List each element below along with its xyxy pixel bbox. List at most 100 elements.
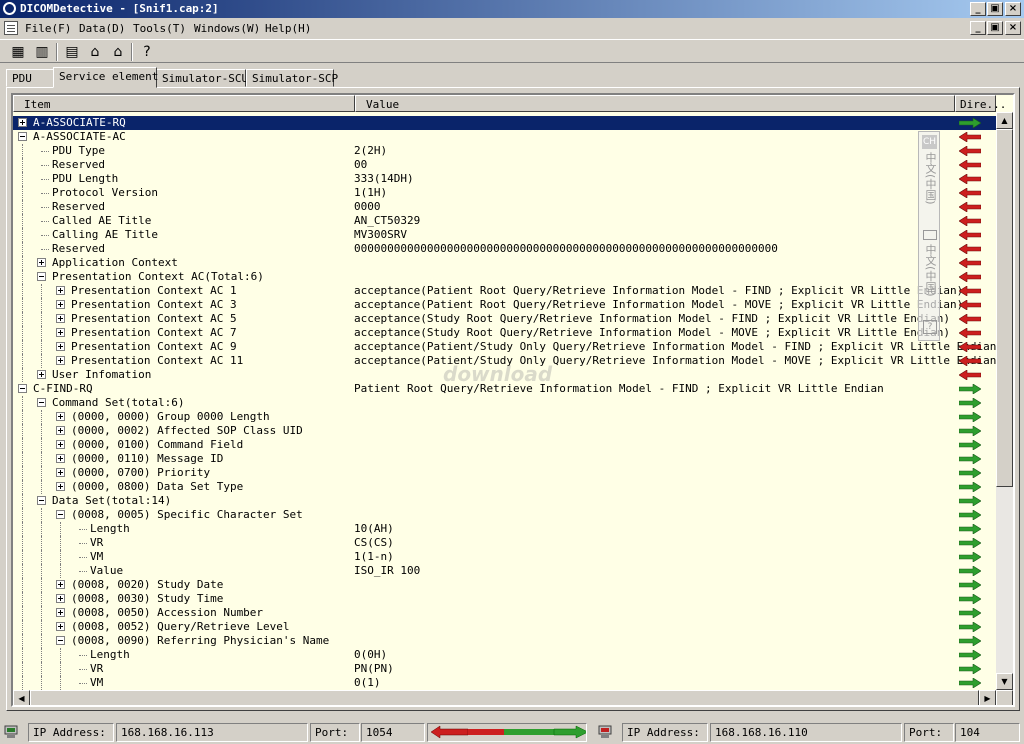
expand-icon[interactable]: [56, 426, 65, 435]
scroll-up-button[interactable]: ▲: [996, 112, 1013, 129]
tree-row[interactable]: Reserved 00: [13, 158, 996, 172]
menu-help[interactable]: Help(H): [265, 22, 311, 35]
tree-row[interactable]: VR PN(PN): [13, 662, 996, 676]
vertical-scroll-thumb[interactable]: [996, 129, 1013, 487]
tree-row[interactable]: Presentation Context AC 1 acceptance(Pati…: [13, 284, 996, 298]
tree-row[interactable]: (0008, 0050) Accession Number: [13, 606, 996, 620]
tab-simulator-scp[interactable]: Simulator-SCP: [246, 69, 338, 87]
expand-icon[interactable]: [56, 314, 65, 323]
scroll-left-button[interactable]: ◀: [13, 690, 30, 705]
tab-pdu[interactable]: PDU: [6, 69, 54, 87]
tree-row[interactable]: Length 10(AH): [13, 522, 996, 536]
tree-row[interactable]: VM 1(1-n): [13, 550, 996, 564]
tree-row[interactable]: Presentation Context AC 9 acceptance(Pati…: [13, 340, 1003, 354]
document-window-icon[interactable]: [4, 21, 18, 35]
tree-row[interactable]: Presentation Context AC 7 acceptance(Stud…: [13, 326, 996, 340]
restore-button[interactable]: ▣: [987, 2, 1003, 16]
tree-row[interactable]: (0000, 0000) Group 0000 Length: [13, 410, 996, 424]
column-header-value[interactable]: Value: [355, 95, 955, 112]
expand-icon[interactable]: [56, 412, 65, 421]
expand-icon[interactable]: [56, 580, 65, 589]
tree-row[interactable]: (0000, 0700) Priority: [13, 466, 996, 480]
keyboard-icon[interactable]: [923, 230, 937, 240]
expand-icon[interactable]: [56, 622, 65, 631]
tree-row[interactable]: Command Set(total:6): [13, 396, 996, 410]
close-button[interactable]: ×: [1005, 2, 1021, 16]
tree-row[interactable]: Reserved 00000000000000000000000000000000…: [13, 242, 996, 256]
tree-row[interactable]: Presentation Context AC 3 acceptance(Pati…: [13, 298, 996, 312]
expand-icon[interactable]: [37, 370, 46, 379]
expand-icon[interactable]: [56, 454, 65, 463]
tree-list-view[interactable]: Item Value Dire... A-ASSOCIATE-RQ A-ASSOC…: [11, 93, 1015, 707]
tree-row[interactable]: (0000, 0800) Data Set Type: [13, 480, 996, 494]
collapse-icon[interactable]: [37, 398, 46, 407]
expand-icon[interactable]: [56, 356, 65, 365]
collapse-icon[interactable]: [56, 636, 65, 645]
network-icon[interactable]: ▦: [8, 42, 28, 62]
tree-row[interactable]: VR CS(CS): [13, 536, 996, 550]
tree-row[interactable]: Length 0(0H): [13, 648, 996, 662]
tree-row[interactable]: PDU Type 2(2H): [13, 144, 996, 158]
expand-icon[interactable]: [56, 468, 65, 477]
tree-row[interactable]: A-ASSOCIATE-RQ: [13, 116, 996, 130]
mdi-minimize-button[interactable]: _: [970, 21, 986, 35]
tree-row[interactable]: Data Set(total:14): [13, 494, 996, 508]
tree-row[interactable]: (0000, 0002) Affected SOP Class UID: [13, 424, 996, 438]
ime-language-bar[interactable]: CH 中文(中国) 中文(中国) ?: [918, 131, 940, 341]
ime-badge[interactable]: CH: [922, 135, 937, 149]
expand-icon[interactable]: [56, 482, 65, 491]
expand-icon[interactable]: [56, 608, 65, 617]
tree-row[interactable]: Reserved 0000: [13, 200, 996, 214]
tree-row[interactable]: (0008, 0052) Query/Retrieve Level: [13, 620, 996, 634]
tree-row[interactable]: Protocol Version 1(1H): [13, 186, 996, 200]
hat-icon[interactable]: ⌂: [85, 42, 105, 62]
tree-row[interactable]: VM 0(1): [13, 676, 996, 690]
column-header-item[interactable]: Item: [13, 95, 355, 112]
minimize-button[interactable]: _: [970, 2, 986, 16]
tree-row[interactable]: (0000, 0100) Command Field: [13, 438, 996, 452]
menu-windows[interactable]: Windows(W): [194, 22, 260, 35]
menu-tools[interactable]: Tools(T): [133, 22, 186, 35]
tree-row[interactable]: Called AE Title AN_CT50329: [13, 214, 996, 228]
collapse-icon[interactable]: [56, 510, 65, 519]
column-header-direction[interactable]: Dire...: [955, 95, 1006, 112]
scroll-down-button[interactable]: ▼: [996, 673, 1013, 690]
tree-row[interactable]: (0008, 0020) Study Date: [13, 578, 996, 592]
collapse-icon[interactable]: [18, 132, 27, 141]
tree-row[interactable]: A-ASSOCIATE-AC: [13, 130, 996, 144]
document-icon[interactable]: ▤: [62, 42, 82, 62]
horizontal-scrollbar[interactable]: ◀ ▶: [13, 690, 996, 705]
collapse-icon[interactable]: [37, 272, 46, 281]
horizontal-scroll-thumb[interactable]: [30, 690, 979, 705]
collapse-icon[interactable]: [18, 384, 27, 393]
tab-service-element[interactable]: Service element: [53, 67, 158, 88]
menu-file[interactable]: File(F): [25, 22, 71, 35]
expand-icon[interactable]: [56, 440, 65, 449]
vertical-scrollbar[interactable]: ▲ ▼: [996, 112, 1013, 690]
tab-simulator-scu[interactable]: Simulator-SCU: [156, 69, 248, 87]
tree-row[interactable]: Application Context: [13, 256, 996, 270]
expand-icon[interactable]: [37, 258, 46, 267]
tree-row[interactable]: PDU Length 333(14DH): [13, 172, 996, 186]
tree-row[interactable]: Presentation Context AC(Total:6): [13, 270, 996, 284]
tree-row[interactable]: Calling AE Title MV300SRV: [13, 228, 996, 242]
app-icon[interactable]: [3, 2, 16, 15]
tree-row[interactable]: (0008, 0005) Specific Character Set: [13, 508, 996, 522]
menu-data[interactable]: Data(D): [79, 22, 125, 35]
help-icon[interactable]: ?: [137, 42, 157, 62]
expand-icon[interactable]: [56, 342, 65, 351]
collapse-icon[interactable]: [37, 496, 46, 505]
mdi-close-button[interactable]: ×: [1005, 21, 1021, 35]
capture-icon[interactable]: ▥: [32, 42, 52, 62]
tree-row[interactable]: (0000, 0110) Message ID: [13, 452, 996, 466]
expand-icon[interactable]: [18, 118, 27, 127]
tree-row[interactable]: (0008, 0030) Study Time: [13, 592, 996, 606]
tree-row[interactable]: Value ISO_IR 100: [13, 564, 996, 578]
hat2-icon[interactable]: ⌂: [108, 42, 128, 62]
expand-icon[interactable]: [56, 594, 65, 603]
scroll-right-button[interactable]: ▶: [979, 690, 996, 705]
expand-icon[interactable]: [56, 300, 65, 309]
tree-row[interactable]: (0008, 0090) Referring Physician's Name: [13, 634, 996, 648]
expand-icon[interactable]: [56, 328, 65, 337]
tree-row[interactable]: Presentation Context AC 5 acceptance(Stud…: [13, 312, 996, 326]
